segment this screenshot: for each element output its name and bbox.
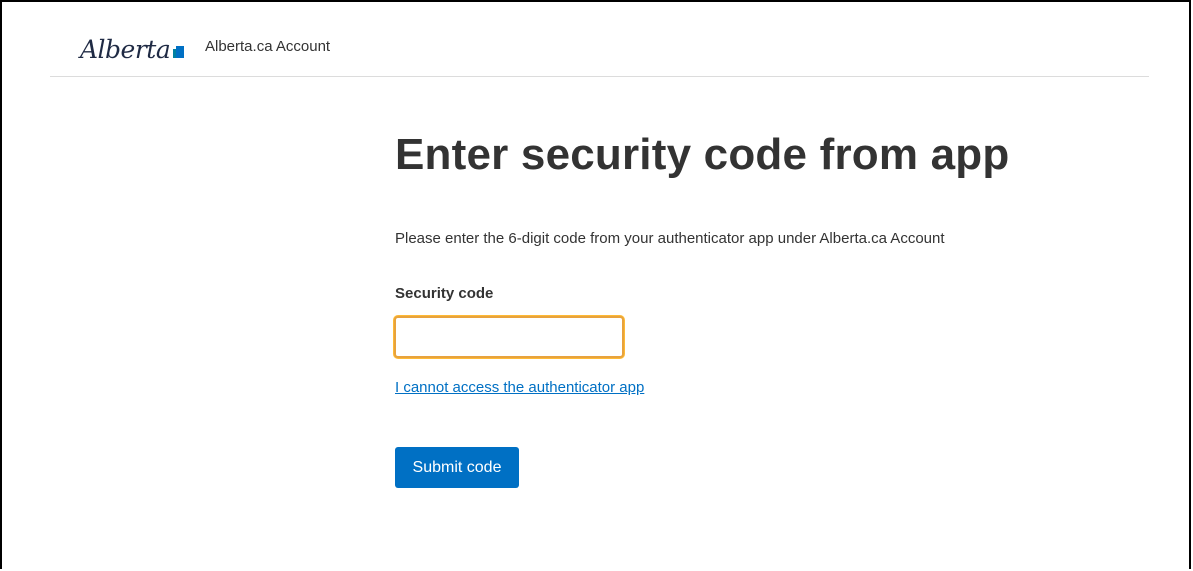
logo-wordmark: Alberta [80,35,171,64]
window-frame [0,0,1191,569]
cannot-access-app-link[interactable]: I cannot access the authenticator app [395,379,644,396]
main-content: Enter security code from app [395,130,1009,180]
page-title: Enter security code from app [395,130,1010,179]
app-name: Alberta.ca Account [205,38,331,55]
instructions-text: Please enter the 6-digit code from your … [395,230,945,247]
security-code-input[interactable] [394,316,624,358]
alberta-logo-icon[interactable]: Alberta [80,28,185,64]
submit-code-button[interactable]: Submit code [395,447,519,488]
site-header: Alberta Alberta.ca Account [50,0,1149,77]
logo-mark-icon [173,46,185,58]
security-code-label: Security code [395,285,494,302]
